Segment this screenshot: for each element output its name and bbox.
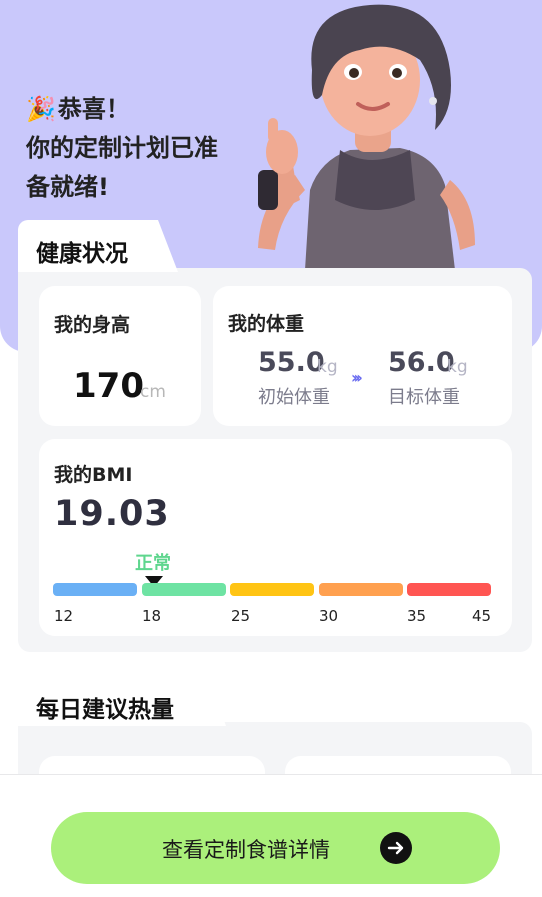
health-section-title: 健康状况 — [18, 220, 178, 272]
bmi-tick: 45 — [472, 607, 492, 625]
bmi-tick: 25 — [231, 607, 251, 625]
height-label: 我的身高 — [54, 314, 131, 336]
bmi-value: 19.03 — [54, 494, 170, 534]
view-recipe-button[interactable]: 查看定制食谱详情 — [51, 812, 500, 884]
bmi-status: 正常 — [135, 553, 171, 574]
target-weight-unit: kg — [447, 357, 468, 377]
coach-illustration — [258, 4, 475, 270]
bmi-card[interactable]: 我的BMI 19.03 正常 12 18 25 30 35 45 — [39, 439, 512, 636]
hero-line-2: 你的定制计划已准 — [26, 134, 218, 162]
bmi-tick: 12 — [54, 607, 74, 625]
bmi-segment-overweight — [230, 583, 314, 596]
bmi-segment-underweight — [53, 583, 137, 596]
bmi-segment-severe — [407, 583, 491, 596]
calories-section-title: 每日建议热量 — [18, 674, 226, 726]
initial-weight-caption: 初始体重 — [258, 387, 330, 408]
party-popper-icon: 🎉 — [26, 95, 56, 123]
hero-congrats: 恭喜！ — [57, 95, 130, 123]
arrow-right-icon — [380, 832, 412, 864]
target-weight-caption: 目标体重 — [388, 387, 460, 408]
bmi-segment-obese — [319, 583, 403, 596]
height-value: 170 — [73, 366, 144, 406]
height-card[interactable]: 我的身高 170 cm — [39, 286, 201, 426]
bmi-segment-normal — [142, 583, 226, 596]
view-recipe-label: 查看定制食谱详情 — [162, 838, 330, 862]
initial-weight-value: 55.0 — [258, 347, 325, 378]
target-weight-value: 56.0 — [388, 347, 455, 378]
hero-title: 🎉恭喜！ 你的定制计划已准 备就绪! — [26, 90, 266, 207]
bmi-tick: 18 — [142, 607, 162, 625]
hero-line-3: 备就绪! — [26, 173, 109, 201]
triple-chevron-right-icon: ››› — [351, 368, 363, 387]
bmi-label: 我的BMI — [54, 464, 133, 486]
bmi-tick: 30 — [319, 607, 339, 625]
height-unit: cm — [140, 382, 166, 402]
weight-card[interactable]: 我的体重 55.0 kg 初始体重 ››› 56.0 kg 目标体重 — [213, 286, 512, 426]
initial-weight-unit: kg — [317, 357, 338, 377]
bmi-tick: 35 — [407, 607, 427, 625]
weight-label: 我的体重 — [228, 313, 305, 335]
